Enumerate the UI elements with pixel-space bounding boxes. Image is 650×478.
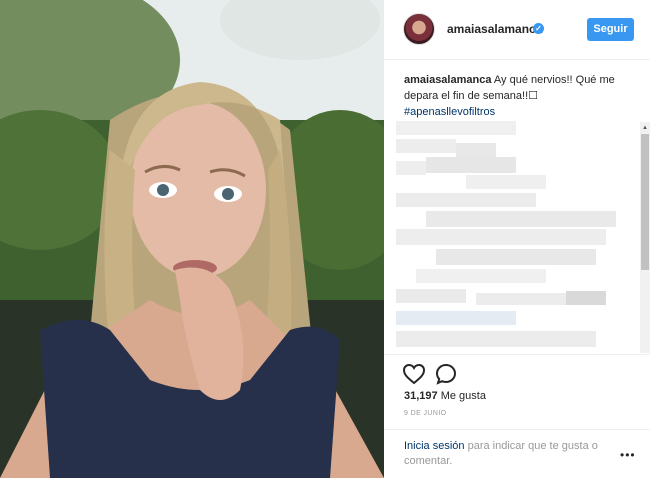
follow-button[interactable]: Seguir [587, 18, 634, 41]
login-prompt: Inicia sesión para indicar que te gusta … [384, 429, 650, 478]
avatar[interactable] [403, 13, 435, 45]
post-photo[interactable] [0, 0, 384, 478]
comments-area: amaiasalamanca Ay qué nervios!! Qué me d… [384, 61, 650, 353]
post-header: amaiasalamanca ✓ Seguir [384, 0, 650, 60]
scroll-thumb[interactable] [641, 134, 649, 270]
pixelated-comments [396, 121, 626, 353]
login-text: Inicia sesión para indicar que te gusta … [404, 439, 614, 469]
caption-username[interactable]: amaiasalamanca [404, 74, 491, 86]
likes-label: Me gusta [440, 390, 486, 402]
verified-badge-icon: ✓ [533, 23, 544, 34]
comment-icon[interactable] [435, 363, 457, 385]
scroll-up-icon[interactable]: ▲ [641, 124, 649, 132]
login-link[interactable]: Inicia sesión [404, 440, 465, 452]
caption: amaiasalamanca Ay qué nervios!! Qué me d… [404, 72, 626, 120]
heart-icon[interactable] [402, 363, 426, 385]
likes-number: 31,197 [404, 390, 438, 402]
header-username[interactable]: amaiasalamanca [447, 22, 542, 36]
caption-hashtag[interactable]: #apenasllevofiltros [404, 104, 626, 120]
post-sidebar: amaiasalamanca ✓ Seguir amaiasalamanca A… [384, 0, 650, 478]
post-actions: 31,197 Me gusta 9 DE JUNIO Inicia sesión… [384, 354, 650, 478]
likes-count[interactable]: 31,197 Me gusta [404, 390, 486, 402]
post-date: 9 DE JUNIO [404, 410, 447, 417]
more-options-icon[interactable]: ••• [620, 449, 635, 461]
comments-scrollbar[interactable]: ▲ ▼ [640, 122, 650, 353]
